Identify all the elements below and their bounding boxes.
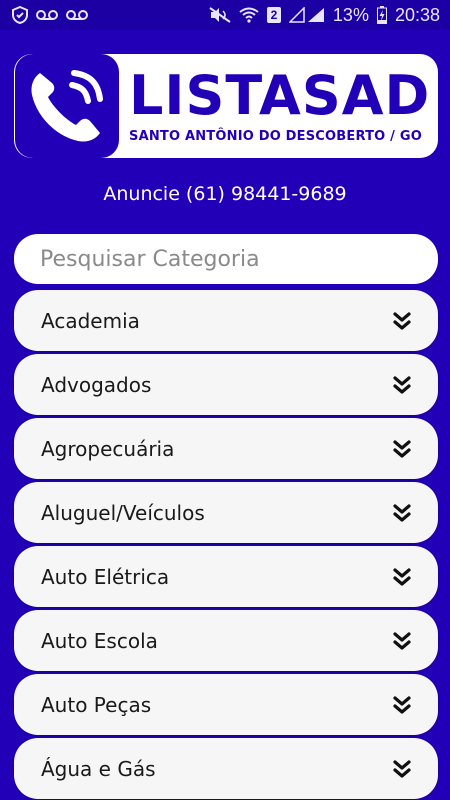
chevron-double-down-icon xyxy=(392,375,412,395)
search-input[interactable] xyxy=(14,234,438,284)
sim-slot-icon: 2 xyxy=(266,7,281,23)
category-item[interactable]: Auto Peças xyxy=(14,674,438,735)
category-label: Água e Gás xyxy=(41,756,156,781)
battery-percent: 13% xyxy=(332,4,369,25)
app-title: LISTASAD xyxy=(129,63,431,127)
phone-icon xyxy=(15,54,119,158)
chevron-double-down-icon xyxy=(392,311,412,331)
clock: 20:38 xyxy=(394,4,440,25)
battery-charging-icon xyxy=(376,6,387,24)
chevron-double-down-icon xyxy=(392,759,412,779)
chevron-double-down-icon xyxy=(392,567,412,587)
logo-text: LISTASAD SANTO ANTÔNIO DO DESCOBERTO / G… xyxy=(129,63,431,144)
signal-icon xyxy=(288,7,325,23)
voicemail-icon xyxy=(36,9,58,21)
advertise-contact[interactable]: Anuncie (61) 98441-9689 xyxy=(0,183,450,205)
chevron-double-down-icon xyxy=(392,631,412,651)
status-bar-left xyxy=(12,6,88,24)
mute-icon xyxy=(209,7,231,23)
category-list: Academia Advogados Agropecuária Aluguel/… xyxy=(14,290,438,800)
category-item[interactable]: Advogados xyxy=(14,354,438,415)
chevron-double-down-icon xyxy=(392,439,412,459)
category-item[interactable]: Academia xyxy=(14,290,438,351)
category-label: Advogados xyxy=(41,372,152,397)
app-logo: LISTASAD SANTO ANTÔNIO DO DESCOBERTO / G… xyxy=(14,54,438,158)
status-bar-right: 2 13% 20:38 xyxy=(209,5,440,26)
chevron-double-down-icon xyxy=(392,503,412,523)
category-item[interactable]: Auto Escola xyxy=(14,610,438,671)
category-label: Auto Peças xyxy=(41,692,152,717)
voicemail-icon xyxy=(66,9,88,21)
category-item[interactable]: Água e Gás xyxy=(14,738,438,799)
category-label: Agropecuária xyxy=(41,436,175,461)
wifi-icon xyxy=(239,7,259,23)
category-label: Auto Elétrica xyxy=(41,564,170,589)
category-label: Aluguel/Veículos xyxy=(41,500,205,525)
category-label: Academia xyxy=(41,308,140,333)
app-subtitle: SANTO ANTÔNIO DO DESCOBERTO / GO xyxy=(129,128,422,144)
chevron-double-down-icon xyxy=(392,695,412,715)
category-label: Auto Escola xyxy=(41,628,158,653)
category-item[interactable]: Auto Elétrica xyxy=(14,546,438,607)
status-bar: 2 13% 20:38 xyxy=(0,0,450,30)
category-item[interactable]: Aluguel/Veículos xyxy=(14,482,438,543)
category-item[interactable]: Agropecuária xyxy=(14,418,438,479)
shield-icon xyxy=(12,6,28,24)
